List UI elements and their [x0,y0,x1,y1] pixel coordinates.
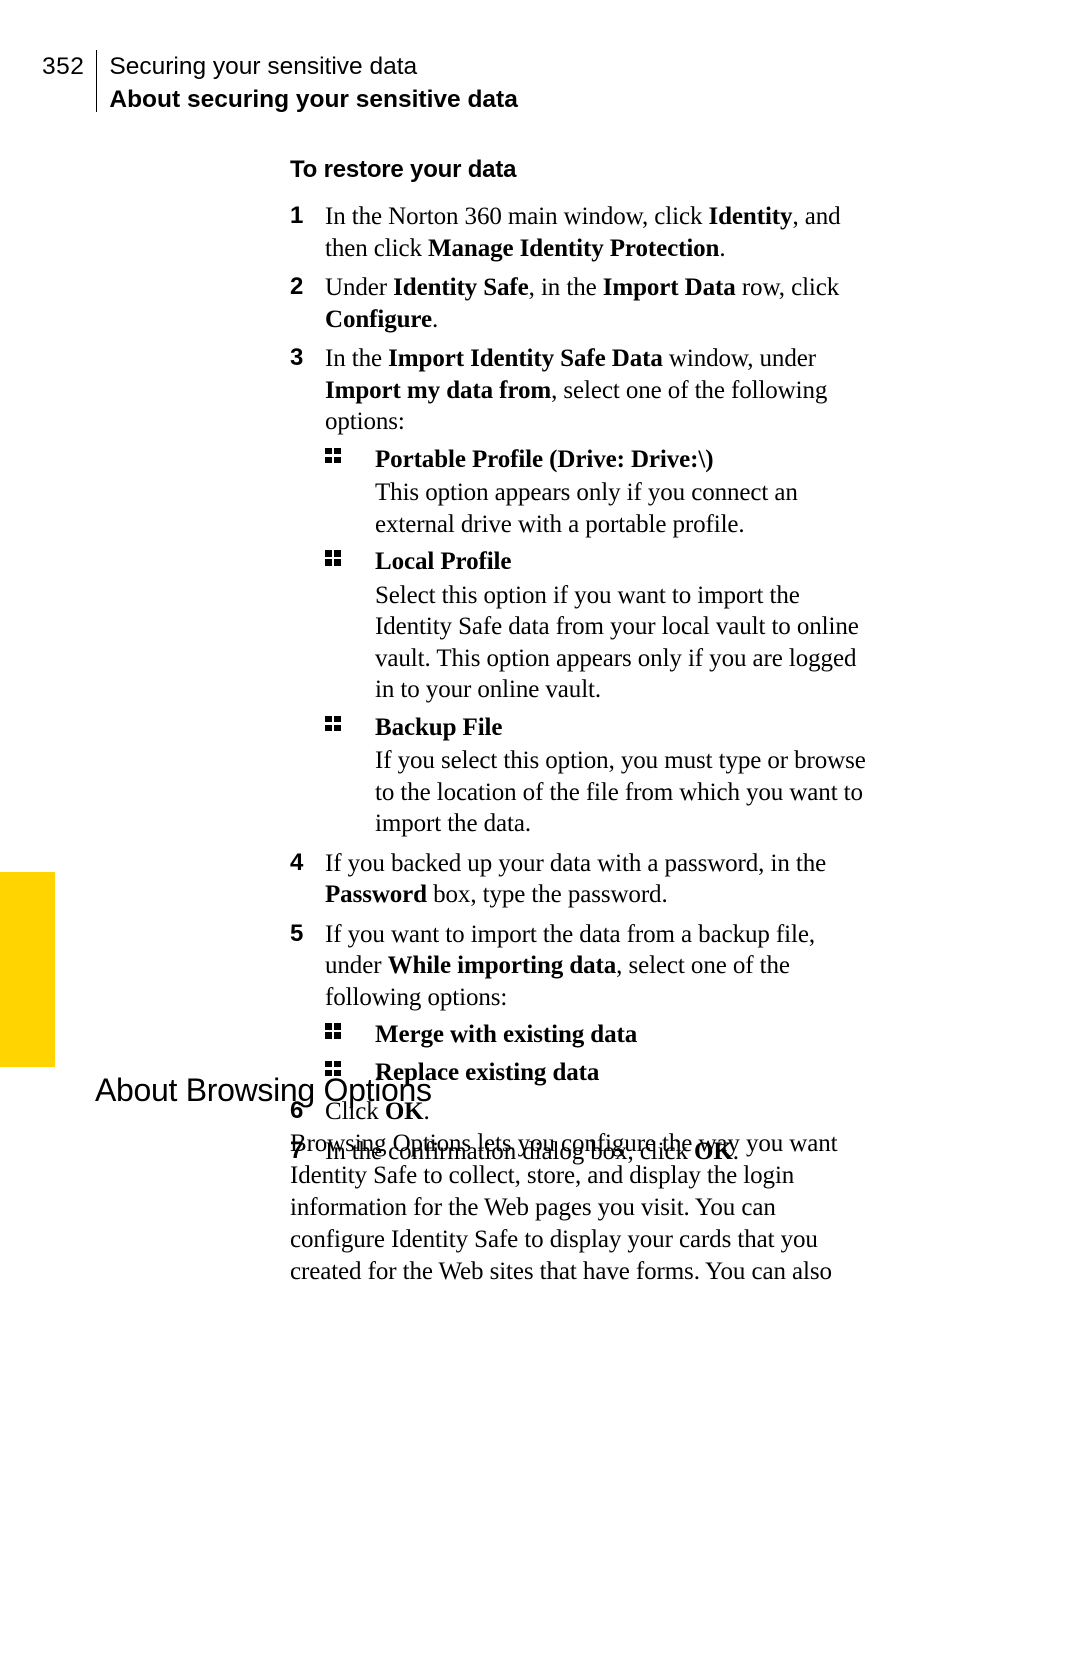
browsing-options-paragraph: Browsing Options lets you configure the … [290,1128,870,1288]
step-text: In the Import Identity Safe Data window,… [325,345,827,435]
option-desc: Select this option if you want to import… [375,580,870,706]
square-bullet-icon [325,716,341,732]
procedure-steps: In the Norton 360 main window, click Ide… [290,201,870,1167]
header-divider [96,50,97,112]
step-text: Under Identity Safe, in the Import Data … [325,274,839,333]
option-desc: This option appears only if you connect … [375,477,870,540]
option-title: Backup File [375,714,502,741]
step-text: If you want to import the data from a ba… [325,921,815,1011]
main-content: To restore your data In the Norton 360 m… [290,155,870,1175]
option-local-profile: Local Profile Select this option if you … [325,546,870,706]
option-title: Local Profile [375,548,511,575]
header-titles: Securing your sensitive data About secur… [109,50,517,116]
option-desc: If you select this option, you must type… [375,745,870,840]
chapter-title: Securing your sensitive data [109,50,517,83]
square-bullet-icon [325,448,341,464]
square-bullet-icon [325,1023,341,1039]
procedure-title: To restore your data [290,155,870,185]
heading-about-browsing-options: About Browsing Options [95,1072,432,1109]
option-title: Portable Profile (Drive: Drive:\) [375,446,713,473]
option-title: Merge with existing data [375,1021,637,1048]
page-edge-tab [0,872,55,1067]
step-5: If you want to import the data from a ba… [290,919,870,1089]
option-portable-profile: Portable Profile (Drive: Drive:\) This o… [325,444,870,541]
step-3: In the Import Identity Safe Data window,… [290,343,870,840]
page-number: 352 [42,50,96,83]
section-title: About securing your sensitive data [109,83,517,116]
step-text: In the Norton 360 main window, click Ide… [325,203,841,262]
square-bullet-icon [325,550,341,566]
running-header: 352 Securing your sensitive data About s… [42,50,518,116]
option-backup-file: Backup File If you select this option, y… [325,712,870,840]
step-text: If you backed up your data with a passwo… [325,850,826,909]
option-merge: Merge with existing data [325,1019,870,1051]
step-3-options: Portable Profile (Drive: Drive:\) This o… [325,444,870,840]
step-1: In the Norton 360 main window, click Ide… [290,201,870,264]
step-4: If you backed up your data with a passwo… [290,848,870,911]
step-2: Under Identity Safe, in the Import Data … [290,272,870,335]
